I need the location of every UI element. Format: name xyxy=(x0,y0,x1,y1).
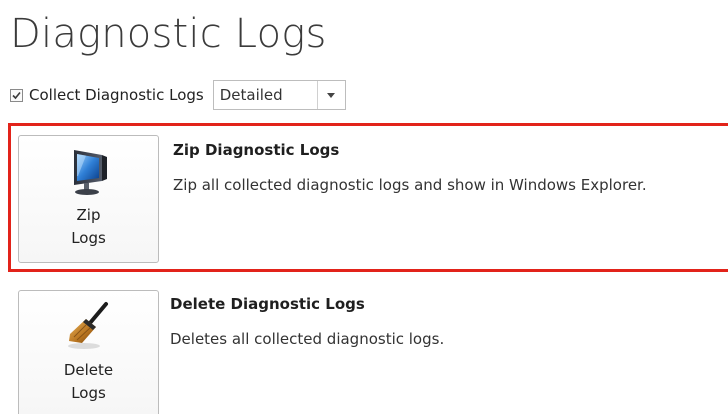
zip-logs-text: Zip Diagnostic Logs Zip all collected di… xyxy=(173,140,647,195)
delete-logs-title: Delete Diagnostic Logs xyxy=(170,295,365,313)
chevron-down-icon[interactable] xyxy=(316,81,345,109)
zip-logs-description: Zip all collected diagnostic logs and sh… xyxy=(173,176,647,194)
delete-logs-button-label: Delete Logs xyxy=(63,361,114,402)
delete-logs-section: Delete Logs Delete Diagnostic Logs Delet… xyxy=(8,282,728,414)
diagnostic-logs-page: Diagnostic Logs Collect Diagnostic Logs … xyxy=(0,0,728,414)
collect-logs-checkbox[interactable] xyxy=(10,88,23,102)
delete-logs-text: Delete Diagnostic Logs Deletes all colle… xyxy=(170,294,444,349)
zip-logs-button[interactable]: Zip Logs xyxy=(18,135,159,263)
monitor-zip-icon xyxy=(66,146,112,196)
broom-icon xyxy=(66,301,112,351)
zip-logs-section: Zip Logs Zip Diagnostic Logs Zip all col… xyxy=(8,123,728,272)
collect-logs-row: Collect Diagnostic Logs Detailed xyxy=(10,80,346,110)
collect-logs-label[interactable]: Collect Diagnostic Logs xyxy=(29,86,204,104)
delete-logs-description: Deletes all collected diagnostic logs. xyxy=(170,330,445,348)
checkmark-icon xyxy=(12,91,21,99)
delete-logs-button[interactable]: Delete Logs xyxy=(18,290,159,414)
log-level-dropdown[interactable]: Detailed xyxy=(212,80,346,110)
zip-logs-button-label: Zip Logs xyxy=(71,206,106,247)
zip-logs-title: Zip Diagnostic Logs xyxy=(173,141,340,159)
page-title: Diagnostic Logs xyxy=(10,11,327,57)
log-level-value: Detailed xyxy=(219,86,283,104)
